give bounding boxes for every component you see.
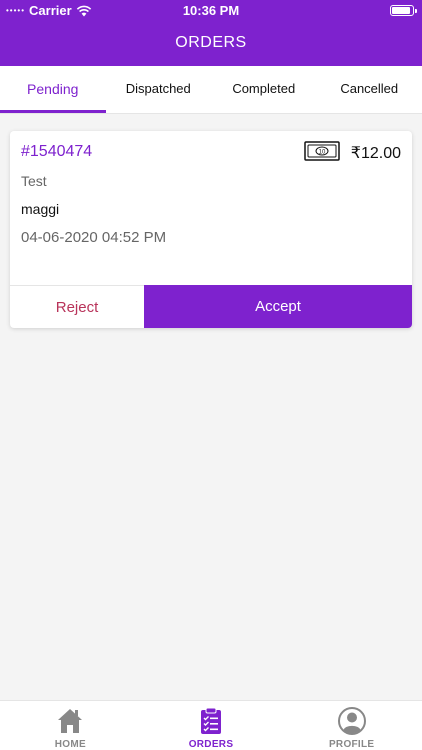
app-header: ••••• Carrier 10:36 PM ORDERS	[0, 0, 422, 66]
customer-name: Test	[21, 173, 47, 189]
cash-note-value: 10	[319, 150, 326, 156]
bottom-nav: HOME ORDERS PROFILE	[0, 700, 422, 750]
page-title: ORDERS	[175, 34, 247, 51]
tab-cancelled[interactable]: Cancelled	[317, 66, 422, 113]
nav-orders[interactable]: ORDERS	[141, 701, 282, 750]
status-time: 10:36 PM	[182, 3, 240, 18]
tab-dispatched[interactable]: Dispatched	[106, 66, 212, 113]
status-bar: ••••• Carrier 10:36 PM	[0, 0, 422, 22]
nav-home[interactable]: HOME	[0, 701, 141, 750]
nav-profile-label: PROFILE	[328, 739, 375, 750]
nav-home-label: HOME	[54, 739, 86, 750]
clipboard-list-icon	[201, 707, 221, 734]
nav-orders-label: ORDERS	[188, 739, 234, 750]
order-actions: Reject Accept	[10, 285, 412, 328]
order-amount: ₹12.00	[350, 145, 401, 162]
user-circle-icon	[337, 707, 366, 735]
order-datetime: 04-06-2020 04:52 PM	[21, 229, 167, 246]
nav-profile[interactable]: PROFILE	[281, 701, 422, 750]
reject-button[interactable]: Reject	[10, 286, 144, 328]
tab-pending[interactable]: Pending	[0, 66, 106, 113]
battery-level	[392, 7, 410, 14]
accept-button[interactable]: Accept	[144, 285, 412, 328]
order-card[interactable]: #1540474 10 ₹12.00 Test maggi 04-06-2020…	[10, 131, 412, 328]
order-status-tabs: Pending Dispatched Completed Cancelled	[0, 66, 422, 114]
battery-icon	[390, 5, 417, 16]
order-item: maggi	[21, 201, 60, 217]
tab-completed[interactable]: Completed	[211, 66, 317, 113]
cash-note-icon: 10	[304, 141, 340, 161]
order-id: #1540474	[21, 143, 93, 160]
home-icon	[58, 709, 83, 733]
